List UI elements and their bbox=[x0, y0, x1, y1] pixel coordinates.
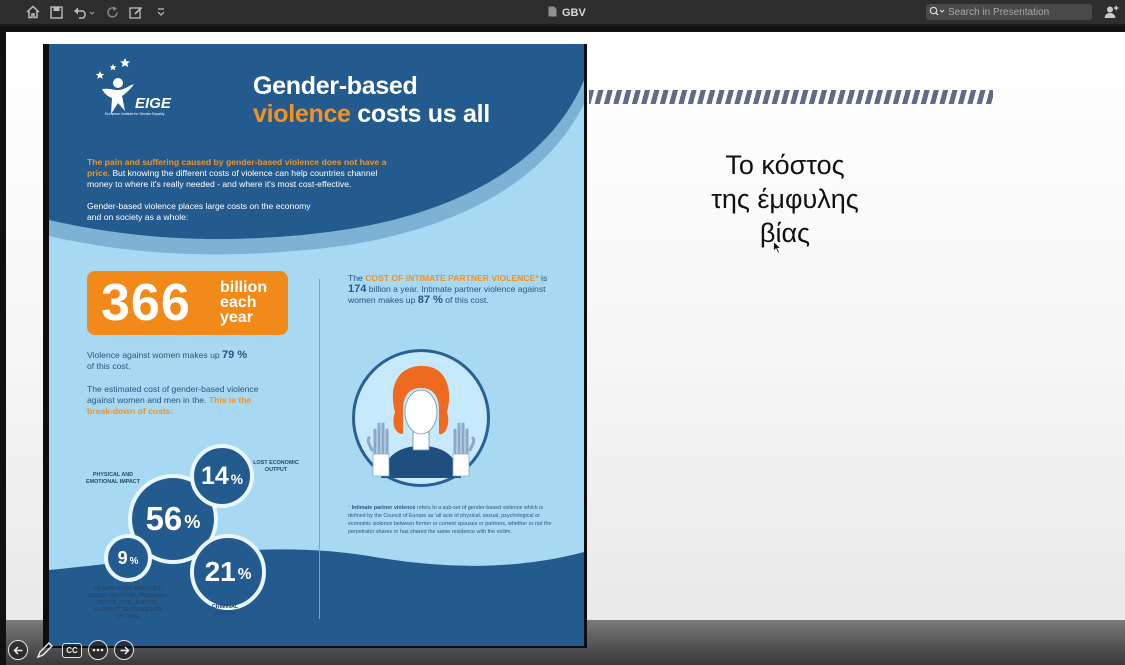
breakdown-unit-economic: % bbox=[230, 471, 244, 487]
ipv-value2: 87 % bbox=[417, 294, 443, 306]
ipv-highlight: COST OF INTIMATE PARTNER VIOLENCE* bbox=[365, 273, 539, 283]
next-slide-icon[interactable] bbox=[114, 640, 134, 660]
total-cost-unit: billion each year bbox=[220, 279, 268, 326]
eige-logo: EIGE bbox=[91, 56, 181, 128]
save-icon[interactable] bbox=[47, 3, 65, 21]
captions-icon[interactable]: CC bbox=[62, 642, 82, 658]
poster-title-highlight: violence bbox=[253, 100, 351, 128]
markup-icon[interactable] bbox=[127, 3, 145, 21]
victim-illustration bbox=[366, 365, 476, 478]
ipv-cost-text: The COST OF INTIMATE PARTNER VIOLENCE* i… bbox=[348, 273, 563, 306]
women-share-value: 79 % bbox=[222, 349, 248, 361]
ipv-value1: 174 bbox=[348, 283, 367, 295]
breakdown-label-physical: PHYSICAL AND EMOTIONAL IMPACT bbox=[85, 472, 140, 485]
total-cost-unit-1: billion bbox=[220, 279, 268, 296]
poster-intro-2: Gender-based violence places large costs… bbox=[87, 201, 311, 222]
total-cost-unit-2: each bbox=[220, 294, 257, 311]
document-title-text: GBV bbox=[562, 6, 586, 19]
search-field[interactable] bbox=[926, 4, 1092, 20]
mouse-cursor-icon bbox=[773, 240, 783, 259]
breakdown-value-economic: 14 bbox=[200, 461, 229, 490]
home-icon[interactable] bbox=[24, 3, 42, 21]
poster-title-line1: Gender-based bbox=[253, 72, 418, 100]
breakdown-value-services: 9 bbox=[117, 547, 128, 568]
more-icon[interactable] bbox=[88, 640, 108, 660]
search-icon bbox=[929, 3, 945, 21]
breakdown-label-economic: LOST ECONOMIC OUTPUT bbox=[253, 460, 299, 473]
breakdown-bubble-services: 9% bbox=[104, 534, 152, 582]
document-icon bbox=[548, 6, 557, 20]
ipv-suffix: of this cost. bbox=[442, 295, 489, 305]
infographic-poster: EIGE European Institute for Gender Equal… bbox=[43, 44, 587, 648]
undo-icon[interactable] bbox=[72, 3, 96, 21]
breakdown-intro: The estimated cost of gender-based viole… bbox=[87, 384, 267, 417]
previous-slide-icon[interactable] bbox=[8, 640, 28, 660]
eige-logo-text: EIGE bbox=[135, 95, 172, 112]
slide-title: Το κόστος της έμφυλης βίας bbox=[711, 150, 859, 248]
ipv-mid1: is bbox=[538, 273, 548, 283]
poster-title-rest: costs us all bbox=[350, 100, 490, 128]
poster-intro: The pain and suffering caused by gender-… bbox=[87, 157, 387, 190]
breakdown-value-criminal: 21 bbox=[204, 556, 236, 587]
breakdown-unit-physical: % bbox=[184, 511, 201, 532]
total-cost-number: 366 bbox=[101, 274, 191, 332]
eige-logo-subtext: European Institute for Gender Equality bbox=[105, 112, 165, 116]
breakdown-bubble-criminal: 21% bbox=[190, 534, 266, 610]
women-share-text: Violence against women makes up 79 % of t… bbox=[87, 350, 287, 372]
breakdown-label-criminal: CRIMINAL JUSTICE bbox=[211, 604, 239, 617]
breakdown-value-physical: 56 bbox=[145, 500, 183, 537]
pen-tool-icon[interactable] bbox=[34, 640, 56, 660]
ipv-prefix: The bbox=[348, 273, 366, 283]
search-input[interactable] bbox=[948, 6, 1088, 18]
poster-intro-rest: But knowing the different costs of viole… bbox=[87, 168, 378, 189]
ipv-footnote-term: Intimate partner violence bbox=[351, 505, 416, 511]
column-divider bbox=[319, 279, 320, 619]
breakdown-unit-criminal: % bbox=[237, 566, 252, 583]
total-cost-badge: 366 billion each year bbox=[87, 271, 288, 335]
poster-title-line2: violence costs us all bbox=[253, 100, 490, 129]
decorative-stripe bbox=[589, 90, 993, 104]
total-cost-unit-3: year bbox=[220, 309, 253, 326]
breakdown-bubble-economic: 14% bbox=[190, 444, 254, 508]
women-share-prefix: Violence against women makes up bbox=[87, 350, 223, 360]
toolbar: GBV bbox=[0, 0, 1125, 25]
overflow-icon[interactable] bbox=[152, 3, 170, 21]
document-title: GBV bbox=[548, 4, 586, 21]
redo-icon[interactable] bbox=[103, 3, 121, 21]
share-icon[interactable] bbox=[1102, 3, 1120, 21]
presenter-controls: CC bbox=[8, 639, 134, 661]
breakdown-unit-services: % bbox=[129, 555, 139, 567]
ipv-footnote: * Intimate partner violence refers to a … bbox=[348, 504, 558, 536]
women-share-suffix: of this cost. bbox=[87, 361, 131, 371]
breakdown-label-services: HEALTH CARE SERVICES, SOCIAL WELFARE, PE… bbox=[87, 586, 169, 620]
